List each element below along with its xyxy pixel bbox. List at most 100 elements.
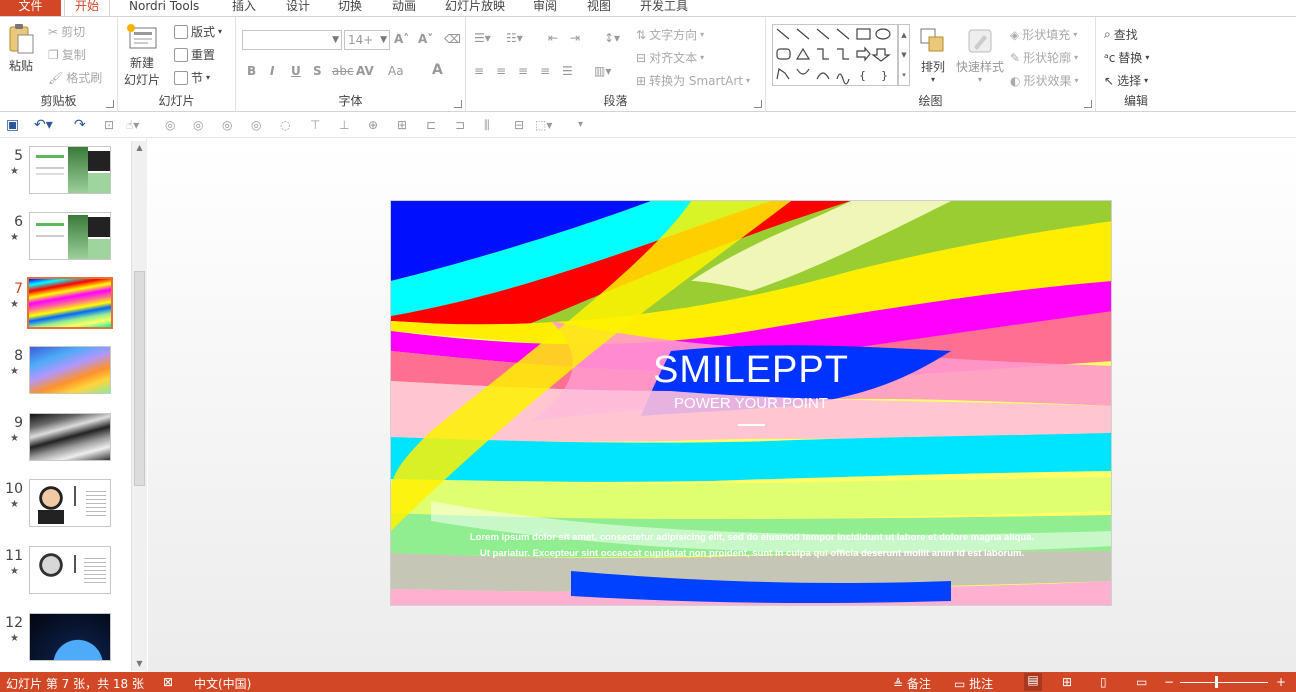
- align-top-icon[interactable]: ⊤: [310, 117, 320, 133]
- columns-icon[interactable]: ▥▾: [594, 64, 611, 78]
- slide-thumbnail-pane[interactable]: 5 ★ 6 ★ 7 ★ 8 ★ 9 ★ 10 ★ 11 ★ 12 ★: [0, 139, 147, 672]
- thumbnail-item[interactable]: 8 ★: [0, 346, 132, 406]
- thumbnail-image[interactable]: [29, 613, 111, 661]
- section-button[interactable]: 节 ▾: [174, 69, 210, 86]
- align-right-icon[interactable]: ≡: [518, 64, 528, 78]
- thumbnail-item[interactable]: 9 ★: [0, 413, 132, 473]
- spellcheck-icon[interactable]: ⊠: [163, 675, 173, 689]
- thumbnail-item[interactable]: 12 ★: [0, 613, 132, 672]
- shape-union-icon[interactable]: ◎: [165, 117, 175, 133]
- bullets-icon[interactable]: ☰▾: [474, 31, 491, 45]
- tab-design[interactable]: 设计: [276, 0, 320, 16]
- preview-icon[interactable]: ⊡: [104, 117, 114, 133]
- align-left-icon[interactable]: ≡: [474, 64, 484, 78]
- thumbnail-item[interactable]: 6 ★: [0, 212, 132, 272]
- tab-animations[interactable]: 动画: [382, 0, 426, 16]
- notes-button[interactable]: ≜ 备注: [893, 675, 931, 692]
- shape-effects-button[interactable]: ◐ 形状效果 ▾: [1010, 72, 1079, 89]
- change-case-button[interactable]: Aa: [388, 64, 404, 78]
- zoom-slider-thumb[interactable]: [1215, 676, 1218, 688]
- tab-nordri-tools[interactable]: Nordri Tools: [119, 0, 209, 16]
- shape-fragment-icon[interactable]: ◎: [222, 117, 232, 133]
- align-center-icon[interactable]: ≡: [496, 64, 506, 78]
- align-middle-icon[interactable]: ⊕: [368, 117, 378, 133]
- font-color-button[interactable]: A: [432, 62, 443, 78]
- zoom-slider-track[interactable]: [1180, 682, 1268, 683]
- thumbnail-image[interactable]: [29, 212, 111, 260]
- tab-file[interactable]: 文件: [0, 0, 61, 16]
- scroll-down-icon[interactable]: ▼: [132, 657, 147, 671]
- tab-home[interactable]: 开始: [64, 0, 111, 16]
- scroll-up-icon[interactable]: ▲: [132, 141, 147, 155]
- text-direction-button[interactable]: ⇅ 文字方向 ▾: [636, 26, 704, 43]
- tab-review[interactable]: 审阅: [523, 0, 567, 16]
- align-text-button[interactable]: ⊟ 对齐文本 ▾: [636, 49, 704, 66]
- zoom-out-icon[interactable]: −: [1164, 675, 1174, 689]
- slideshow-view-icon[interactable]: ▭: [1136, 675, 1147, 689]
- thumbnail-image[interactable]: [29, 346, 111, 394]
- line-spacing-icon[interactable]: ↕▾: [604, 31, 620, 45]
- tab-view[interactable]: 视图: [577, 0, 621, 16]
- format-painter-button[interactable]: 🖌 格式刷: [48, 69, 102, 86]
- clear-format-icon[interactable]: ⌫: [444, 32, 461, 46]
- touch-mode-icon[interactable]: ☝▾: [126, 117, 139, 133]
- align-h-center-icon[interactable]: ⊞: [397, 117, 407, 133]
- thumbnail-scrollbar[interactable]: ▲ ▼: [131, 141, 147, 671]
- paste-button[interactable]: 粘贴: [6, 23, 36, 74]
- grow-font-icon[interactable]: A˄: [394, 32, 409, 46]
- slide-body-text[interactable]: Lorem ipsum dolor sit amet, consectetur …: [431, 530, 1073, 562]
- thumbnail-image[interactable]: [29, 146, 111, 194]
- copy-button[interactable]: ❐ 复制: [48, 46, 86, 63]
- font-launcher-icon[interactable]: [454, 100, 462, 108]
- clipboard-launcher-icon[interactable]: [106, 100, 114, 108]
- save-icon[interactable]: ▣: [6, 117, 19, 133]
- drawing-launcher-icon[interactable]: [1084, 100, 1092, 108]
- shape-intersect-icon[interactable]: ◎: [251, 117, 261, 133]
- smartart-button[interactable]: ⊞ 转换为 SmartArt ▾: [636, 72, 750, 89]
- tab-insert[interactable]: 插入: [222, 0, 266, 16]
- numbering-icon[interactable]: ☷▾: [506, 31, 523, 45]
- thumbnail-item-selected[interactable]: 7 ★: [0, 277, 132, 339]
- quick-styles-button[interactable]: 快速样式 ▾: [954, 27, 1006, 84]
- align-bottom-icon[interactable]: ⊥: [339, 117, 349, 133]
- slide-sorter-icon[interactable]: ⊞: [1062, 675, 1072, 689]
- thumbnail-item[interactable]: 10 ★: [0, 479, 132, 539]
- decrease-indent-icon[interactable]: ⇤: [548, 31, 558, 45]
- selection-pane-icon[interactable]: ⬚▾: [535, 117, 552, 133]
- shape-outline-button[interactable]: ✎ 形状轮廓 ▾: [1010, 49, 1078, 66]
- thumbnail-item[interactable]: 5 ★: [0, 146, 132, 206]
- strikethrough-button[interactable]: abc: [332, 64, 354, 78]
- thumbnail-item[interactable]: 11 ★: [0, 546, 132, 606]
- language-status[interactable]: 中文(中国): [194, 675, 251, 692]
- reset-button[interactable]: 重置: [174, 46, 215, 63]
- comments-button[interactable]: ▭ 批注: [954, 675, 993, 692]
- distribute-icon[interactable]: ☰: [562, 64, 573, 78]
- shapes-gallery[interactable]: {}: [772, 24, 898, 86]
- zoom-in-icon[interactable]: +: [1276, 675, 1286, 689]
- shadow-button[interactable]: S: [313, 64, 322, 78]
- align-left-obj-icon[interactable]: ⊏: [426, 117, 436, 133]
- select-button[interactable]: ↖ 选择 ▾: [1104, 72, 1148, 89]
- font-name-combo[interactable]: ▼: [242, 30, 342, 50]
- distribute-v-icon[interactable]: ⊟: [514, 117, 524, 133]
- shape-subtract-icon[interactable]: ◌: [280, 117, 290, 133]
- shapes-gallery-scroll[interactable]: ▲ ▼ ▾: [898, 24, 910, 86]
- paragraph-launcher-icon[interactable]: [754, 100, 762, 108]
- italic-button[interactable]: I: [270, 64, 274, 78]
- underline-button[interactable]: U: [291, 64, 301, 78]
- scroll-thumb[interactable]: [134, 271, 145, 486]
- increase-indent-icon[interactable]: ⇥: [570, 31, 580, 45]
- shape-combine-icon[interactable]: ◎: [193, 117, 203, 133]
- thumbnail-image[interactable]: [27, 277, 113, 329]
- shape-fill-button[interactable]: ◈ 形状填充 ▾: [1010, 26, 1077, 43]
- shrink-font-icon[interactable]: A˅: [418, 32, 433, 46]
- layout-button[interactable]: 版式 ▾: [174, 23, 222, 40]
- cut-button[interactable]: ✂ 剪切: [48, 23, 85, 40]
- thumbnail-image[interactable]: [29, 546, 111, 594]
- thumbnail-image[interactable]: [29, 479, 111, 527]
- thumbnail-image[interactable]: [29, 413, 111, 461]
- font-size-combo[interactable]: 14+ ▼: [344, 30, 390, 50]
- undo-icon[interactable]: ↶▾: [34, 117, 53, 133]
- tab-developer[interactable]: 开发工具: [630, 0, 698, 16]
- reading-view-icon[interactable]: ▯: [1100, 675, 1107, 689]
